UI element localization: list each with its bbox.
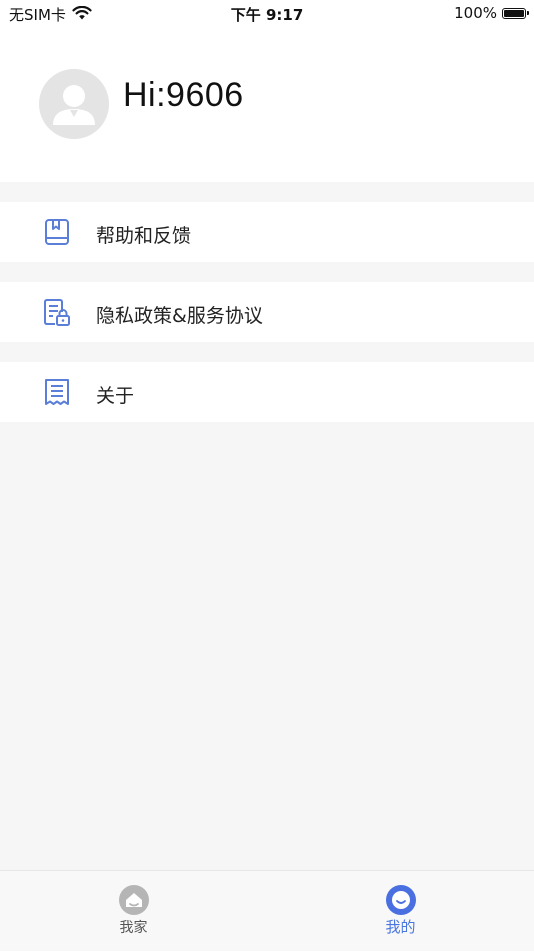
tab-label: 我的: [385, 918, 416, 936]
menu-item-about[interactable]: 关于: [0, 362, 534, 422]
avatar[interactable]: [39, 69, 109, 139]
tab-bar: 我家 我的: [0, 870, 534, 950]
home-icon: [118, 885, 149, 915]
help-book-icon: [43, 218, 71, 246]
profile-header: Hi:9606: [0, 26, 534, 182]
default-user-icon: [53, 85, 95, 125]
menu-item-label: 关于: [96, 385, 135, 407]
user-greeting: Hi:9606: [123, 76, 244, 114]
menu-item-help-feedback[interactable]: 帮助和反馈: [0, 202, 534, 262]
menu-item-label: 隐私政策&服务协议: [96, 305, 263, 327]
tab-mine[interactable]: 我的: [267, 871, 534, 951]
privacy-document-icon: [43, 298, 71, 326]
about-document-icon: [43, 378, 71, 406]
menu-item-privacy-policy[interactable]: 隐私政策&服务协议: [0, 282, 534, 342]
battery-icon: [502, 7, 529, 19]
status-bar: 无SIM卡 下午 9:17 100%: [0, 0, 534, 26]
tab-label: 我家: [119, 920, 148, 936]
menu-item-label: 帮助和反馈: [96, 225, 192, 247]
battery-percent: 100%: [454, 4, 497, 22]
status-bar-right: 100%: [454, 4, 529, 22]
tab-home[interactable]: 我家: [0, 871, 267, 951]
profile-icon: [385, 885, 416, 915]
